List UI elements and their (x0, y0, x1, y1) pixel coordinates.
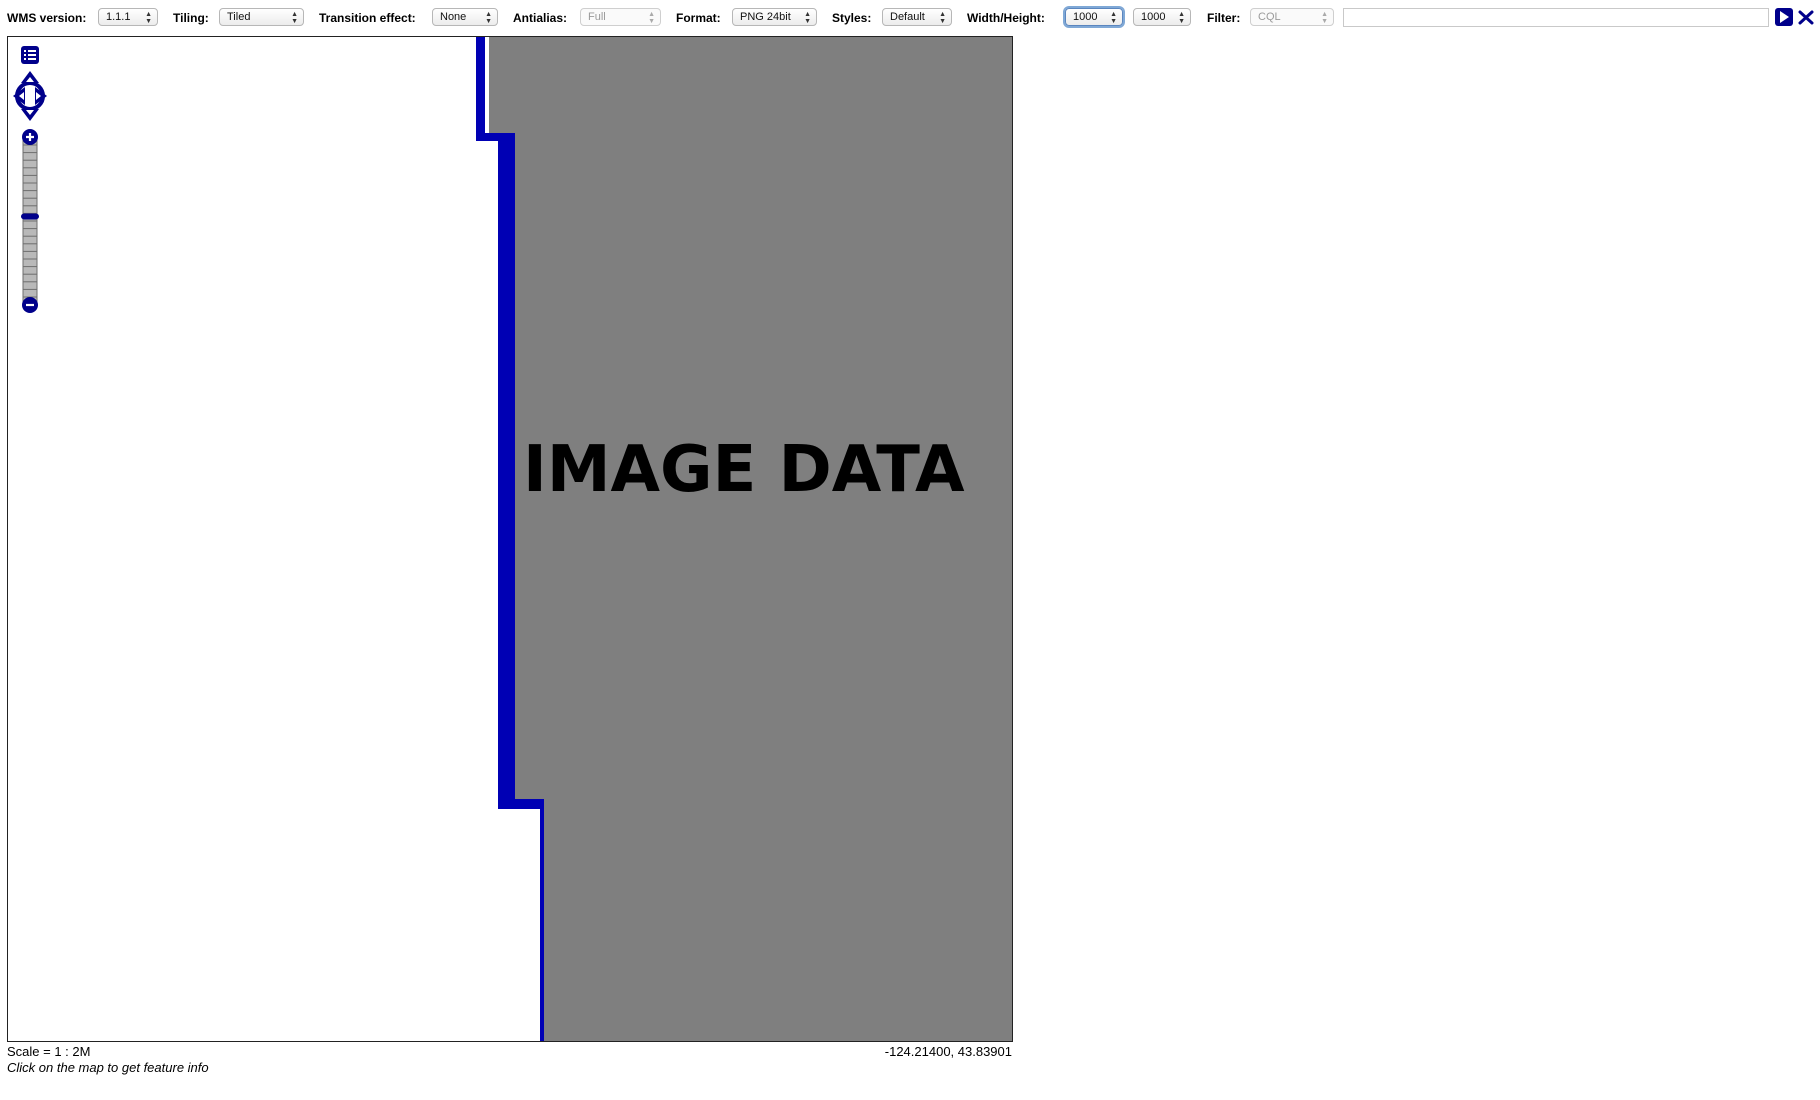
layer-switcher-icon (21, 46, 39, 64)
pan-control (12, 69, 48, 123)
wms-version-value: 1.1.1 (106, 11, 131, 23)
filter-type-select[interactable]: CQL ▲ ▼ (1250, 8, 1334, 26)
toolbar: WMS version: 1.1.1 ▲ ▼ Tiling: Tiled ▲ ▼ T… (0, 0, 1820, 34)
width-height-label: Width/Height: (967, 11, 1045, 25)
width-value: 1000 (1073, 11, 1098, 23)
height-select[interactable]: 1000 ▲ ▼ (1133, 8, 1191, 26)
map-layer (476, 37, 1012, 1041)
width-select[interactable]: 1000 ▲ ▼ (1065, 8, 1123, 26)
wms-version-select[interactable]: 1.1.1 ▲ ▼ (98, 8, 158, 26)
zoom-out-button[interactable] (22, 297, 38, 313)
filter-type-value: CQL (1258, 11, 1281, 23)
tiling-value: Tiled (227, 11, 251, 23)
image-data-label: IMAGE DATA (523, 433, 965, 507)
filter-input[interactable] (1343, 8, 1769, 27)
reset-filter-icon (1798, 10, 1814, 25)
styles-select[interactable]: Default ▲ ▼ (882, 8, 952, 26)
select-arrows-icon: ▲ ▼ (648, 11, 655, 25)
antialias-label: Antialias: (513, 11, 568, 25)
apply-filter-icon (1775, 8, 1793, 26)
zoom-in-button[interactable] (22, 129, 38, 145)
map-viewport[interactable]: IMAGE DATA (7, 36, 1013, 1042)
format-value: PNG 24bit (740, 11, 791, 23)
select-arrows-icon: ▲ ▼ (1321, 11, 1328, 25)
zoom-bar (20, 128, 40, 314)
zoom-slider-handle[interactable] (21, 213, 39, 220)
antialias-value: Full (588, 11, 606, 23)
layer-switcher-button[interactable] (20, 45, 40, 70)
cursor-coordinates: -124.21400, 43.83901 (884, 1044, 1012, 1059)
antialias-select[interactable]: Full ▲ ▼ (580, 8, 661, 26)
reset-filter-button[interactable] (1797, 7, 1815, 27)
height-value: 1000 (1141, 11, 1166, 23)
format-label: Format: (676, 11, 721, 25)
select-arrows-icon: ▲ ▼ (939, 11, 946, 25)
select-arrows-icon: ▲ ▼ (291, 11, 298, 25)
wms-version-label: WMS version: (7, 11, 87, 25)
select-arrows-icon: ▲ ▼ (1110, 11, 1117, 25)
select-arrows-icon: ▲ ▼ (485, 11, 492, 25)
apply-filter-button[interactable] (1774, 7, 1794, 27)
select-arrows-icon: ▲ ▼ (804, 11, 811, 25)
select-arrows-icon: ▲ ▼ (145, 11, 152, 25)
zoom-bar-graphic (21, 129, 39, 313)
transition-effect-label: Transition effect: (319, 11, 416, 25)
image-coverage (489, 37, 1012, 1041)
transition-effect-select[interactable]: None ▲ ▼ (432, 8, 498, 26)
scale-readout: Scale = 1 : 2M (7, 1044, 91, 1059)
filter-label: Filter: (1207, 11, 1241, 25)
styles-value: Default (890, 11, 925, 23)
styles-label: Styles: (832, 11, 872, 25)
feature-info-hint: Click on the map to get feature info (7, 1060, 209, 1075)
tiling-select[interactable]: Tiled ▲ ▼ (219, 8, 304, 26)
format-select[interactable]: PNG 24bit ▲ ▼ (732, 8, 817, 26)
transition-effect-value: None (440, 11, 467, 23)
select-arrows-icon: ▲ ▼ (1178, 11, 1185, 25)
tiling-label: Tiling: (173, 11, 209, 25)
pan-arrows-icon (13, 71, 47, 121)
